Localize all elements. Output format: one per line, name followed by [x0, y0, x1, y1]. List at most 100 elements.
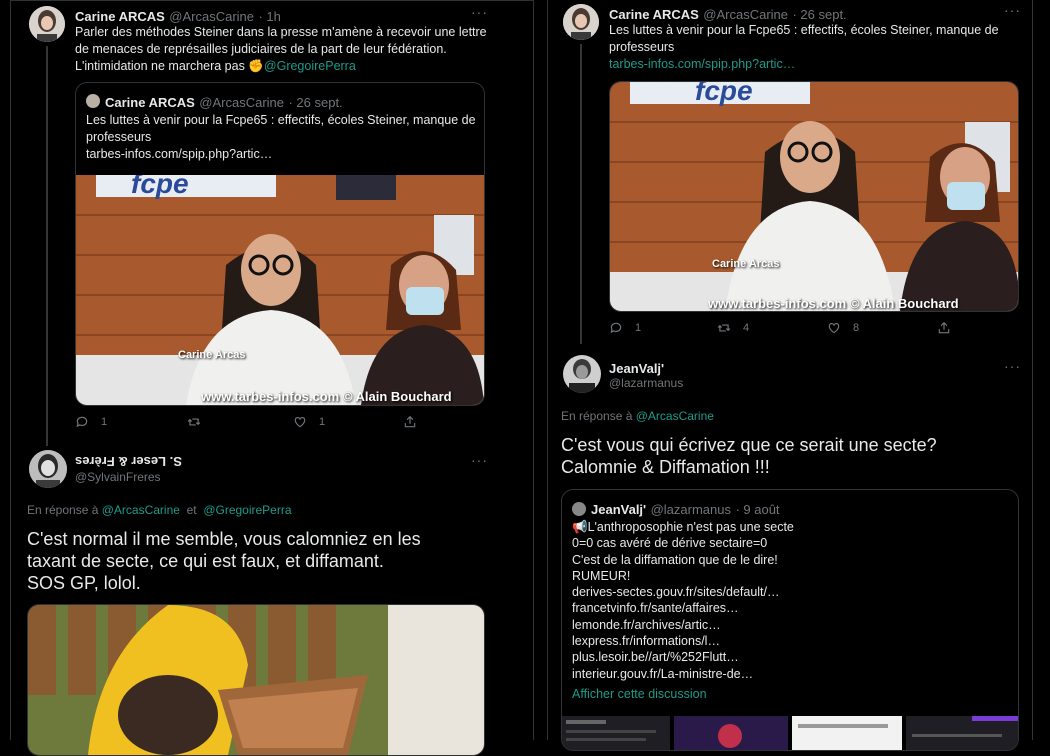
quote-text-line: 📢L'anthroposophie n'est pas une secte — [572, 520, 794, 534]
tweet-text-line: professeurs — [609, 40, 675, 54]
more-options-icon[interactable]: ··· — [471, 4, 488, 20]
photo-caption: Carine Arcas — [712, 258, 780, 270]
author-handle[interactable]: @lazarmanus — [609, 376, 683, 390]
retweet-icon — [187, 418, 201, 426]
tweet-time[interactable]: · 26 sept. — [792, 7, 846, 22]
quote-author-name: JeanValj' — [591, 502, 647, 517]
quote-author-handle: @lazarmanus — [650, 502, 731, 517]
reply-count: 1 — [101, 416, 108, 428]
like-count: 8 — [853, 322, 860, 334]
tweet-text-line: Parler des méthodes Steiner dans la pres… — [75, 25, 487, 39]
author-handle[interactable]: @SylvainFreres — [75, 470, 161, 484]
quote-text-line: Les luttes à venir pour la Fcpe65 : effe… — [86, 113, 476, 127]
divider — [11, 0, 533, 1]
quote-header: Carine ARCAS @ArcasCarine · 26 sept. — [105, 94, 343, 112]
reply-count: 1 — [635, 322, 642, 334]
show-thread-link[interactable]: Afficher cette discussion — [572, 686, 1002, 702]
tweet-header: S. Leser & Frères — [75, 453, 182, 471]
share-button[interactable] — [937, 321, 951, 335]
like-button[interactable]: 8 — [827, 321, 859, 335]
quote-avatar — [572, 502, 586, 516]
tweet-text-line: L'intimidation ne marchera pas ✊@Gregoir… — [75, 58, 515, 75]
tweet-text: C'est normal il me semble, vous calomnie… — [27, 528, 517, 594]
tweet-time[interactable]: · 1h — [258, 9, 280, 24]
tweet-text: Les luttes à venir pour la Fcpe65 : effe… — [609, 22, 1019, 73]
tweet-text-line: SOS GP, lolol. — [27, 573, 141, 593]
tweet-photo[interactable] — [27, 604, 485, 756]
retweet-count: 4 — [743, 322, 750, 334]
banner-logo: fcpe — [695, 82, 753, 106]
reply-prefix: En réponse à — [561, 409, 633, 423]
timeline-left: Carine ARCAS @ArcasCarine · 1h ··· Parle… — [10, 0, 534, 756]
reply-button[interactable]: 1 — [75, 415, 107, 429]
photo-watermark: www.tarbes-infos.com © Alain Bouchard — [708, 296, 959, 311]
quote-text-line: lexpress.fr/informations/l… — [572, 634, 720, 649]
replying-to: En réponse à @ArcasCarine — [561, 409, 714, 423]
quote-avatar — [86, 94, 100, 108]
avatar[interactable] — [563, 4, 599, 40]
quote-text-line: francetvinfo.fr/sante/affaires… — [572, 601, 739, 616]
tweet-text-line: C'est normal il me semble, vous calomnie… — [27, 529, 421, 549]
quote-text-line: interieur.gouv.fr/La-ministre-de… — [572, 666, 754, 681]
reply-icon — [76, 416, 88, 428]
mention-link[interactable]: @ArcasCarine — [636, 409, 714, 423]
quote-text-line: lemonde.fr/archives/artic… — [572, 617, 721, 632]
timeline-right: Carine ARCAS @ArcasCarine · 26 sept. ···… — [547, 0, 1033, 751]
quoted-tweet[interactable]: Carine ARCAS @ArcasCarine · 26 sept. Les… — [75, 82, 485, 406]
quote-text: 📢L'anthroposophie n'est pas une secte 0=… — [572, 519, 1002, 702]
replying-to: En réponse à @ArcasCarine et @GregoirePe… — [27, 503, 292, 517]
more-options-icon[interactable]: ··· — [471, 452, 488, 468]
quote-time: · 26 sept. — [288, 95, 343, 110]
photo-caption: Carine Arcas — [178, 349, 246, 361]
retweet-button[interactable]: 4 — [717, 321, 749, 335]
photo-watermark: www.tarbes-infos.com © Alain Bouchard — [201, 389, 452, 404]
more-options-icon[interactable]: ··· — [1004, 2, 1021, 18]
mention-link[interactable]: @ArcasCarine — [102, 503, 180, 517]
quote-time: · 9 août — [735, 502, 780, 517]
more-options-icon[interactable]: ··· — [1004, 358, 1021, 374]
like-button[interactable]: 1 — [293, 415, 325, 429]
quote-author-handle: @ArcasCarine — [199, 95, 285, 110]
quote-media[interactable] — [562, 716, 1018, 750]
tweet-photo[interactable]: fcpe Carine Arcas www.tarbes-infos.com ©… — [609, 81, 1019, 312]
quote-text: Les luttes à venir pour la Fcpe65 : effe… — [86, 112, 481, 163]
tweet-text: Parler des méthodes Steiner dans la pres… — [75, 24, 515, 75]
tweet-text-line: C'est vous qui écrivez que ce serait une… — [561, 435, 937, 455]
retweet-icon — [717, 324, 731, 332]
share-icon — [404, 415, 416, 428]
heart-icon — [294, 417, 306, 428]
reply-button[interactable]: 1 — [609, 321, 641, 335]
article-link[interactable]: tarbes-infos.com/spip.php?artic… — [609, 56, 1019, 73]
reply-icon — [610, 322, 622, 334]
like-count: 1 — [319, 416, 326, 428]
share-icon — [938, 321, 950, 334]
quoted-tweet[interactable]: JeanValj' @lazarmanus · 9 août 📢L'anthro… — [561, 489, 1019, 751]
banner-logo: fcpe — [131, 175, 189, 199]
quote-link: tarbes-infos.com/spip.php?artic… — [86, 147, 273, 161]
author-name[interactable]: S. Leser & Frères — [75, 454, 182, 469]
avatar[interactable] — [29, 6, 65, 42]
author-name[interactable]: JeanValj' — [609, 361, 664, 376]
quote-text-line: derives-sectes.gouv.fr/sites/default/… — [572, 585, 780, 600]
author-name[interactable]: Carine ARCAS — [75, 9, 165, 24]
share-button[interactable] — [403, 415, 417, 429]
author-handle[interactable]: @ArcasCarine — [169, 9, 254, 24]
quote-text-line: 0=0 cas avéré de dérive sectaire=0 — [572, 536, 768, 551]
tweet-photo[interactable]: fcpe Carine Arcas www.tarbes-infos.com ©… — [76, 175, 484, 405]
heart-icon — [828, 323, 840, 334]
retweet-button[interactable] — [187, 415, 213, 429]
quote-text-line: plus.lesoir.be//art/%252Flutt… — [572, 650, 739, 665]
author-name[interactable]: Carine ARCAS — [609, 7, 699, 22]
author-handle[interactable]: @ArcasCarine — [703, 7, 788, 22]
reply-and: et — [186, 503, 197, 517]
avatar[interactable] — [29, 450, 67, 488]
fist-emoji-icon: ✊ — [248, 59, 264, 73]
thread-line — [46, 46, 48, 446]
quote-header: JeanValj' @lazarmanus · 9 août — [591, 501, 780, 519]
mention-link[interactable]: @GregoirePerra — [203, 503, 291, 517]
avatar[interactable] — [563, 355, 601, 393]
quote-text-line: C'est de la diffamation que de le dire! — [572, 552, 778, 567]
tweet-text-line: Les luttes à venir pour la Fcpe65 : effe… — [609, 23, 999, 37]
mention-link[interactable]: @GregoirePerra — [264, 59, 356, 73]
tweet-text-segment: L'intimidation ne marchera pas — [75, 59, 245, 73]
